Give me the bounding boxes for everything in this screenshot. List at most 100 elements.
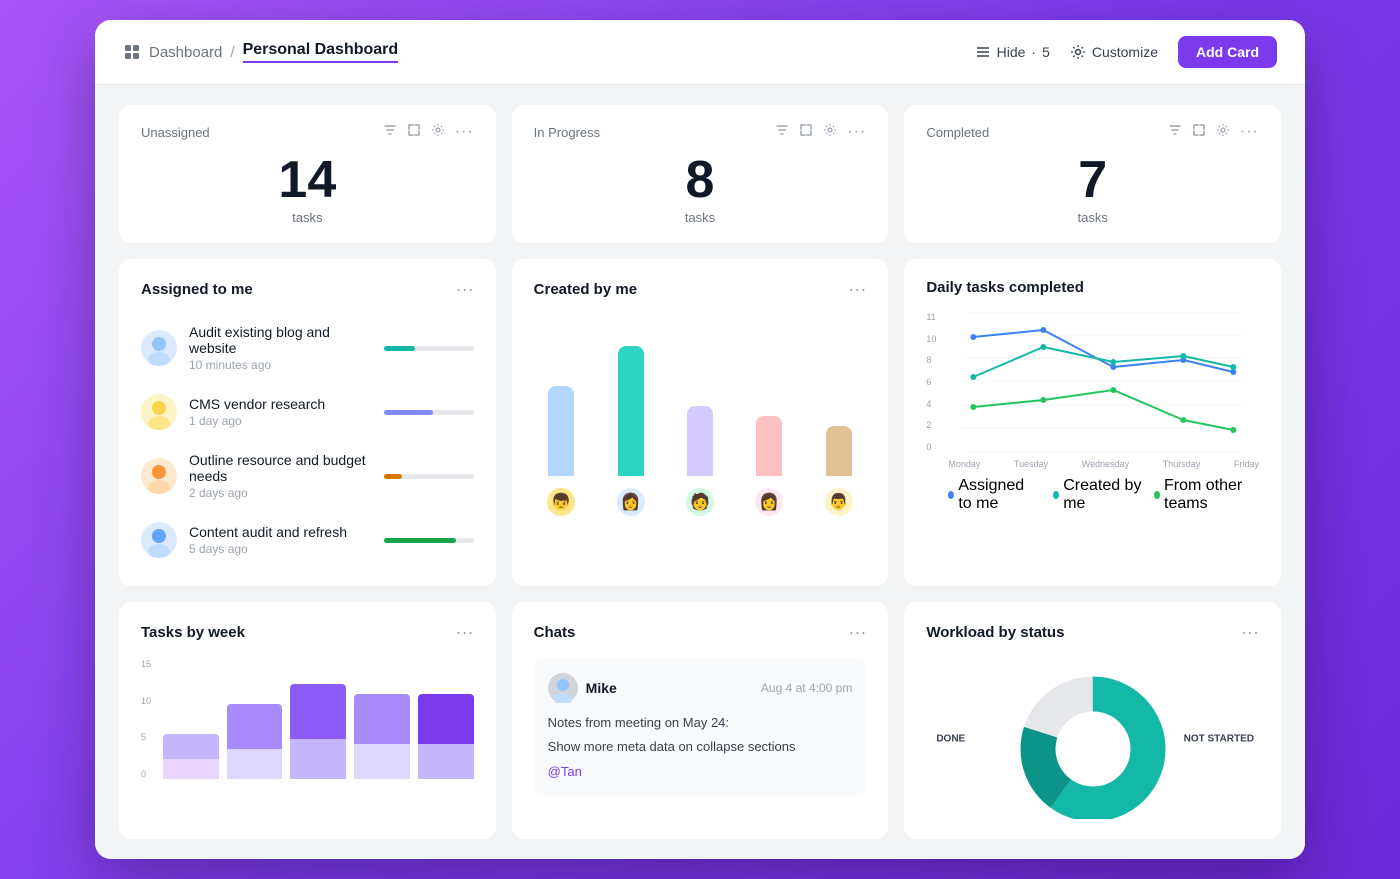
- y-axis: 11 10 8 6 4 2 0: [926, 312, 936, 452]
- chat-header: Mike Aug 4 at 4:00 pm: [548, 673, 853, 703]
- breadcrumb: Dashboard / Personal Dashboard: [123, 41, 398, 63]
- task-time-1: 1 day ago: [189, 414, 372, 428]
- chat-user: Mike: [548, 673, 617, 703]
- week-y-axis: 15 10 5 0: [141, 659, 151, 779]
- y-label-2: 2: [926, 420, 936, 430]
- bottom-row: Tasks by week ··· 15 10 5 0: [119, 602, 1281, 839]
- x-fri: Friday: [1234, 459, 1259, 469]
- expand-icon-2[interactable]: [799, 123, 813, 142]
- breadcrumb-parent: Dashboard: [149, 44, 222, 61]
- assigned-menu-button[interactable]: ···: [456, 279, 474, 300]
- task-time-3: 5 days ago: [189, 542, 372, 556]
- avatar-0: 👦: [545, 486, 577, 518]
- chats-menu-button[interactable]: ···: [848, 622, 866, 643]
- task-name-3: Content audit and refresh: [189, 524, 372, 540]
- avatar-2: 🧑: [684, 486, 716, 518]
- week-bar-0: [163, 659, 219, 779]
- legend-dot-other: [1154, 491, 1160, 499]
- customize-label: Customize: [1092, 44, 1158, 60]
- task-avatar-0: [141, 330, 177, 366]
- task-name-0: Audit existing blog and website: [189, 324, 372, 356]
- add-card-label: Add Card: [1196, 44, 1259, 60]
- created-menu-button[interactable]: ···: [848, 279, 866, 300]
- done-label: DONE: [936, 734, 965, 745]
- chat-mention[interactable]: @Tan: [548, 764, 582, 779]
- gear-icon[interactable]: [431, 123, 445, 142]
- completed-label: Completed: [926, 125, 989, 140]
- completed-card: Completed ··· 7 ta: [904, 105, 1281, 243]
- chat-time: Aug 4 at 4:00 pm: [761, 681, 852, 695]
- hide-count: 5: [1042, 44, 1050, 60]
- completed-sublabel: tasks: [926, 210, 1259, 225]
- filter-icon-2[interactable]: [775, 123, 789, 142]
- bar-col-3: 👩: [742, 416, 797, 518]
- assigned-title: Assigned to me: [141, 281, 253, 298]
- week-bar-stack-3: [354, 694, 410, 779]
- week-chart: 15 10 5 0: [141, 659, 474, 779]
- task-info-1: CMS vendor research 1 day ago: [189, 396, 372, 428]
- in-progress-number: 8: [534, 154, 867, 206]
- task-info-2: Outline resource and budget needs 2 days…: [189, 452, 372, 500]
- customize-button[interactable]: Customize: [1070, 44, 1158, 60]
- expand-icon[interactable]: [407, 123, 421, 142]
- unassigned-label: Unassigned: [141, 125, 210, 140]
- in-progress-icons: ···: [775, 123, 866, 142]
- chat-avatar: [548, 673, 578, 703]
- unassigned-sublabel: tasks: [141, 210, 474, 225]
- week-menu-button[interactable]: ···: [456, 622, 474, 643]
- in-progress-card: In Progress ··· 8: [512, 105, 889, 243]
- daily-tasks-card: Daily tasks completed 11 10 8 6 4 2 0: [904, 259, 1281, 586]
- y-label-10: 10: [926, 334, 936, 344]
- donut-chart-container: DONE NOT STARTED: [926, 659, 1259, 819]
- bar-4: [826, 426, 852, 476]
- assigned-to-me-card: Assigned to me ··· Audit existing blog a…: [119, 259, 496, 586]
- completed-number: 7: [926, 154, 1259, 206]
- week-bar-stack-1: [227, 704, 283, 779]
- created-title: Created by me: [534, 281, 637, 298]
- hide-label: Hide: [997, 44, 1026, 60]
- filter-icon[interactable]: [383, 123, 397, 142]
- x-tue: Tuesday: [1014, 459, 1048, 469]
- chat-name: Mike: [586, 680, 617, 696]
- filter-icon-3[interactable]: [1168, 123, 1182, 142]
- task-item-2: Outline resource and budget needs 2 days…: [141, 444, 474, 508]
- bar-0: [548, 386, 574, 476]
- week-bar-3: [354, 659, 410, 779]
- chat-message: Mike Aug 4 at 4:00 pm Notes from meeting…: [534, 659, 867, 796]
- week-bar-4: [418, 659, 474, 779]
- task-info-3: Content audit and refresh 5 days ago: [189, 524, 372, 556]
- more-icon-3[interactable]: ···: [1240, 123, 1259, 142]
- unassigned-number: 14: [141, 154, 474, 206]
- gear-icon-2[interactable]: [823, 123, 837, 142]
- week-bars: [163, 659, 474, 779]
- header: Dashboard / Personal Dashboard Hide · 5: [95, 20, 1305, 85]
- task-time-0: 10 minutes ago: [189, 358, 372, 372]
- legend-created: Created by me: [1053, 477, 1142, 513]
- week-bar-stack-4: [418, 694, 474, 779]
- task-avatar-3: [141, 522, 177, 558]
- workload-menu-button[interactable]: ···: [1241, 622, 1259, 643]
- chat-text: Notes from meeting on May 24: Show more …: [548, 713, 853, 782]
- bar-3: [756, 416, 782, 476]
- gear-icon-3[interactable]: [1216, 123, 1230, 142]
- y-label-8: 8: [926, 355, 936, 365]
- week-bar-1: [227, 659, 283, 779]
- main-container: Dashboard / Personal Dashboard Hide · 5: [95, 20, 1305, 859]
- line-chart: 11 10 8 6 4 2 0: [926, 312, 1259, 513]
- avatar-3: 👩: [753, 486, 785, 518]
- task-item-1: CMS vendor research 1 day ago: [141, 386, 474, 438]
- chart-legend: Assigned to me Created by me From other …: [948, 477, 1259, 513]
- more-icon[interactable]: ···: [455, 123, 474, 142]
- bar-col-1: 👩: [603, 346, 658, 518]
- bar-col-2: 🧑: [672, 406, 727, 518]
- y-label-6: 6: [926, 377, 936, 387]
- bar-col-4: 👨: [811, 426, 866, 518]
- tasks-by-week-card: Tasks by week ··· 15 10 5 0: [119, 602, 496, 839]
- add-card-button[interactable]: Add Card: [1178, 36, 1277, 68]
- expand-icon-3[interactable]: [1192, 123, 1206, 142]
- more-icon-2[interactable]: ···: [847, 123, 866, 142]
- y-label-11: 11: [926, 312, 936, 322]
- legend-label-assigned: Assigned to me: [958, 477, 1041, 513]
- bar-chart: 👦 👩 🧑 👩: [534, 316, 867, 526]
- hide-button[interactable]: Hide · 5: [975, 44, 1050, 60]
